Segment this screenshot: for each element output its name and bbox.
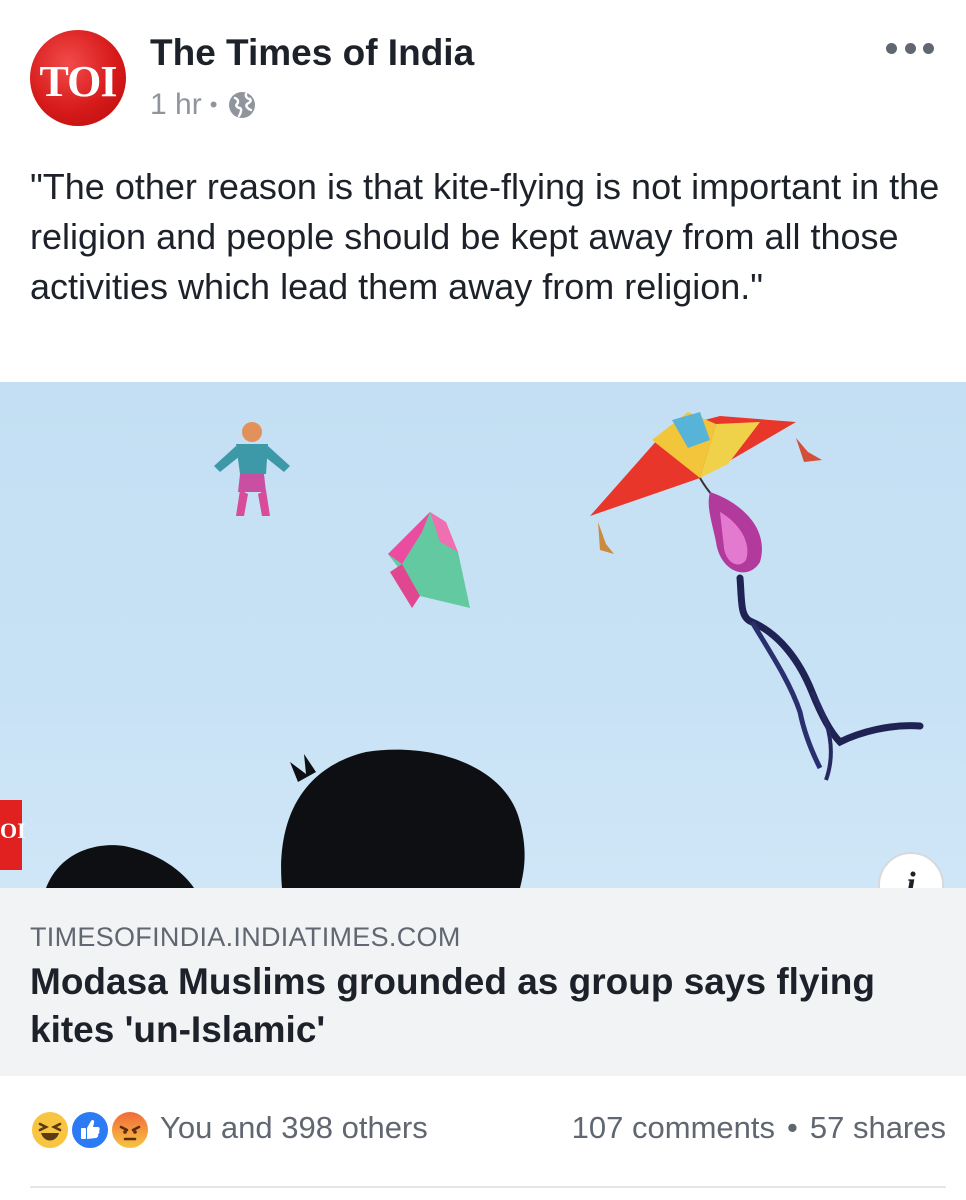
figure-kite-illustration xyxy=(214,422,290,516)
link-preview-caption[interactable]: TIMESOFINDIA.INDIATIMES.COM Modasa Musli… xyxy=(0,888,966,1076)
angry-icon xyxy=(110,1110,150,1150)
post-engagement-bar: You and 398 others 107 comments • 57 sha… xyxy=(0,1098,966,1162)
comments-count-link[interactable]: 107 comments xyxy=(572,1110,775,1146)
post-meta: 1 hr • xyxy=(150,88,257,122)
counts-separator: • xyxy=(787,1110,798,1145)
like-icon xyxy=(70,1110,110,1150)
meta-separator: • xyxy=(209,92,218,117)
haha-icon xyxy=(30,1110,70,1150)
link-title[interactable]: Modasa Muslims grounded as group says fl… xyxy=(30,958,930,1054)
page-name-link[interactable]: The Times of India xyxy=(150,32,474,74)
post-message: "The other reason is that kite-flying is… xyxy=(30,166,940,307)
head-silhouettes xyxy=(46,749,525,888)
link-preview-image[interactable]: OI xyxy=(0,382,966,888)
watermark-text: OI xyxy=(0,818,26,843)
reactions-summary[interactable]: You and 398 others xyxy=(160,1110,428,1146)
more-options-icon[interactable] xyxy=(886,38,934,58)
shares-count-link[interactable]: 57 shares xyxy=(810,1110,946,1146)
footer-divider xyxy=(30,1186,946,1188)
avatar-logo-text: TOI xyxy=(39,57,118,106)
green-kite-illustration xyxy=(388,512,470,608)
post-timestamp[interactable]: 1 hr xyxy=(150,88,202,122)
feed-post: TOI The Times of India 1 hr • "The other… xyxy=(0,0,966,1200)
reaction-icons[interactable] xyxy=(30,1110,154,1150)
toi-watermark: OI xyxy=(0,800,26,870)
engagement-counts: 107 comments • 57 shares xyxy=(572,1110,946,1146)
page-avatar[interactable]: TOI xyxy=(30,30,126,126)
link-domain: TIMESOFINDIA.INDIATIMES.COM xyxy=(30,922,461,952)
red-kite-illustration xyxy=(590,412,924,781)
globe-icon xyxy=(227,90,257,120)
